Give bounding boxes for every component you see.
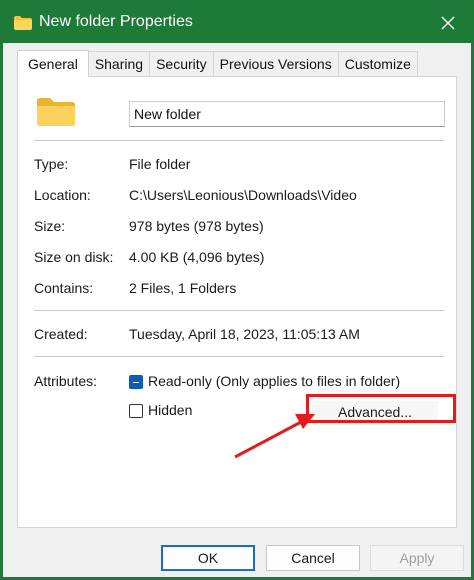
tab-customize[interactable]: Customize	[337, 51, 418, 76]
created-label: Created:	[34, 326, 88, 342]
advanced-button[interactable]: Advanced...	[312, 401, 438, 423]
folder-icon	[13, 15, 33, 36]
apply-button[interactable]: Apply	[370, 545, 464, 571]
contains-label: Contains:	[34, 280, 94, 296]
tab-general[interactable]: General	[17, 50, 89, 77]
general-panel: Type: File folder Location: C:\Users\Leo…	[17, 76, 457, 528]
separator	[34, 356, 444, 357]
separator	[34, 310, 444, 311]
hidden-checkbox[interactable]	[129, 404, 143, 418]
separator	[34, 140, 444, 141]
size-on-disk-label: Size on disk:	[34, 249, 114, 265]
close-icon	[441, 16, 455, 30]
type-label: Type:	[34, 156, 69, 172]
tab-sharing[interactable]: Sharing	[87, 51, 151, 76]
title-bar[interactable]: New folder Properties	[3, 3, 471, 43]
tab-previous-versions[interactable]: Previous Versions	[212, 51, 339, 76]
created-value: Tuesday, April 18, 2023, 11:05:13 AM	[129, 326, 360, 342]
tab-strip: General Sharing Security Previous Versio…	[17, 50, 418, 77]
readonly-checkbox[interactable]	[129, 375, 143, 389]
location-value: C:\Users\Leonious\Downloads\Video	[129, 187, 357, 203]
cancel-button[interactable]: Cancel	[266, 545, 360, 571]
type-value: File folder	[129, 156, 191, 172]
size-label: Size:	[34, 218, 66, 234]
hidden-label[interactable]: Hidden	[148, 402, 192, 418]
close-button[interactable]	[433, 9, 463, 37]
properties-window: New folder Properties General Sharing Se…	[0, 0, 474, 580]
ok-button[interactable]: OK	[161, 545, 255, 571]
tab-security[interactable]: Security	[149, 51, 214, 76]
window-title: New folder Properties	[39, 13, 193, 30]
size-on-disk-value: 4.00 KB (4,096 bytes)	[129, 249, 265, 265]
location-label: Location:	[34, 187, 91, 203]
folder-icon	[36, 97, 76, 132]
size-value: 978 bytes (978 bytes)	[129, 218, 264, 234]
contains-value: 2 Files, 1 Folders	[129, 280, 237, 296]
attributes-label: Attributes:	[34, 373, 98, 389]
readonly-label[interactable]: Read-only (Only applies to files in fold…	[148, 373, 400, 389]
folder-name-input[interactable]	[129, 101, 445, 127]
